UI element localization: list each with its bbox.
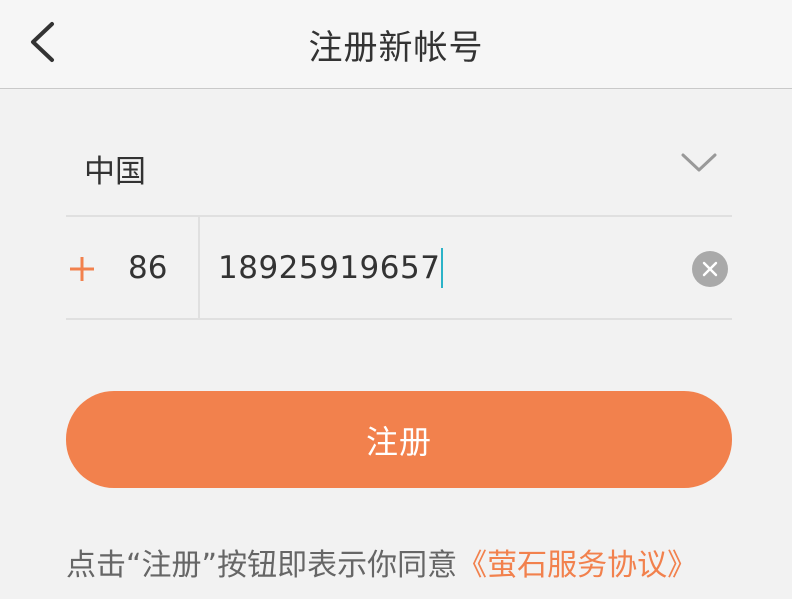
clear-input-button[interactable] xyxy=(692,251,728,287)
clear-icon xyxy=(702,261,718,277)
agreement-prefix: 点击“注册”按钮即表示你同意 xyxy=(66,548,458,583)
country-code-selector[interactable]: 86 xyxy=(66,217,200,318)
register-screen: 注册新帐号 中国 86 18925919657 注册 点击“注册”按钮即表示你同… xyxy=(0,0,792,599)
phone-row: 86 18925919657 xyxy=(66,217,732,318)
register-button[interactable]: 注册 xyxy=(66,391,732,488)
divider xyxy=(66,318,732,320)
plus-icon xyxy=(70,257,94,281)
phone-number-value: 18925919657 xyxy=(218,249,441,286)
country-name: 中国 xyxy=(84,153,146,190)
country-code: 86 xyxy=(128,249,168,286)
phone-number-input[interactable]: 18925919657 xyxy=(218,217,688,318)
service-agreement-link[interactable]: 《萤石服务协议》 xyxy=(457,548,697,583)
country-selector[interactable]: 中国 xyxy=(66,120,732,216)
chevron-left-icon xyxy=(31,22,54,62)
chevron-down-icon xyxy=(681,153,717,172)
agreement-text: 点击“注册”按钮即表示你同意《萤石服务协议》 xyxy=(66,540,766,590)
page-title: 注册新帐号 xyxy=(308,28,484,68)
header-bar: 注册新帐号 xyxy=(0,0,792,89)
text-caret xyxy=(441,247,444,288)
back-button[interactable] xyxy=(14,14,70,70)
